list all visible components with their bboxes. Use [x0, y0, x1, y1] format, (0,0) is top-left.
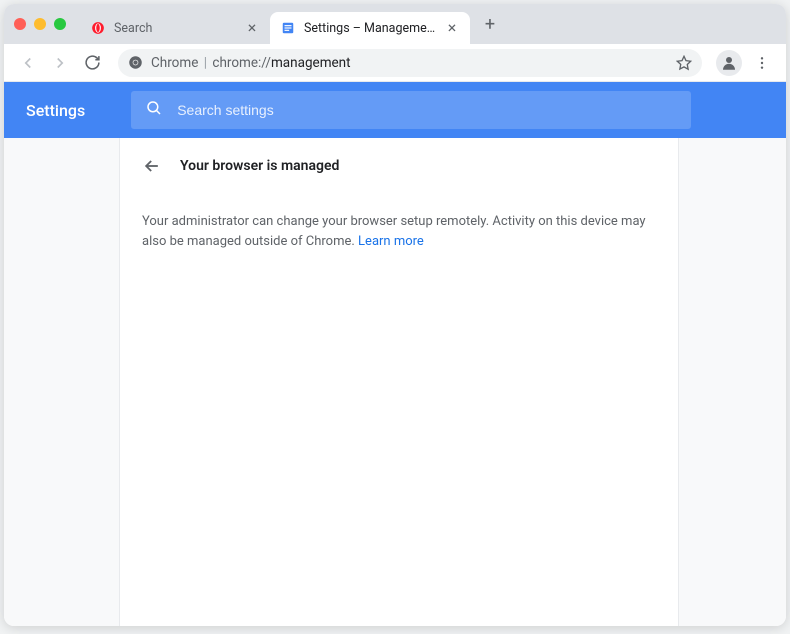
maximize-window-button[interactable] — [54, 18, 66, 30]
search-icon — [145, 99, 163, 121]
tab-search[interactable]: Search × — [80, 12, 270, 44]
close-tab-icon[interactable]: × — [444, 20, 460, 36]
settings-header: Settings — [4, 82, 786, 138]
chrome-settings-icon — [280, 20, 296, 36]
tab-title: Search — [114, 21, 236, 36]
settings-content: Your browser is managed Your administrat… — [4, 138, 786, 626]
close-window-button[interactable] — [14, 18, 26, 30]
page-heading-row: Your browser is managed — [120, 138, 678, 194]
back-arrow-icon[interactable] — [142, 156, 162, 176]
reload-button[interactable] — [78, 49, 106, 77]
close-tab-icon[interactable]: × — [244, 20, 260, 36]
tab-strip: Search × Settings – Management × + — [4, 4, 786, 44]
address-bar[interactable]: Chrome | chrome://management — [118, 49, 702, 77]
tab-title: Settings – Management — [304, 21, 436, 36]
opera-icon — [90, 20, 106, 36]
new-tab-button[interactable]: + — [476, 10, 504, 38]
forward-button[interactable] — [46, 49, 74, 77]
browser-window: Search × Settings – Management × + — [4, 4, 786, 626]
bookmark-star-icon[interactable] — [676, 55, 692, 71]
url-text: Chrome | chrome://management — [151, 55, 351, 71]
tab-settings-management[interactable]: Settings – Management × — [270, 12, 470, 44]
search-settings-input[interactable] — [177, 102, 677, 118]
minimize-window-button[interactable] — [34, 18, 46, 30]
window-controls — [14, 18, 66, 30]
chrome-icon — [128, 55, 143, 70]
management-description: Your administrator can change your brows… — [120, 194, 678, 270]
settings-title: Settings — [26, 101, 85, 120]
browser-toolbar: Chrome | chrome://management — [4, 44, 786, 82]
search-settings-box[interactable] — [131, 91, 691, 129]
back-button[interactable] — [14, 49, 42, 77]
kebab-menu-icon[interactable] — [748, 49, 776, 77]
profile-button[interactable] — [716, 50, 742, 76]
page-title: Your browser is managed — [180, 158, 339, 174]
learn-more-link[interactable]: Learn more — [358, 234, 424, 249]
settings-card: Your browser is managed Your administrat… — [119, 138, 679, 626]
